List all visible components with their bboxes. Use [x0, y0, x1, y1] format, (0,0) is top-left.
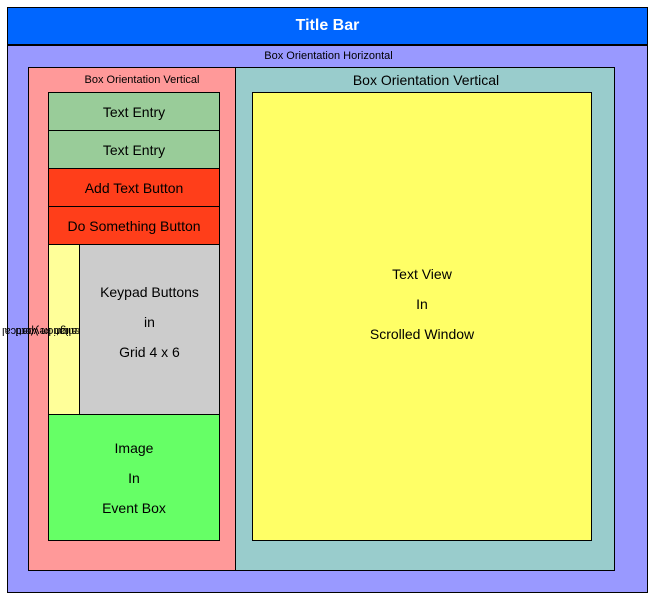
- image-event-box[interactable]: Image In Event Box: [48, 414, 220, 541]
- title-bar: Title Bar: [7, 7, 648, 45]
- text-view-label-line1: Text View: [392, 266, 452, 282]
- text-entry-1[interactable]: Text Entry: [48, 92, 220, 131]
- left-vertical-box: Box Orientation Vertical Text Entry Text…: [2, 67, 236, 571]
- left-box-label: Box Orientation Vertical: [84, 74, 200, 86]
- text-view-scrolled-window[interactable]: Text View In Scrolled Window: [252, 92, 592, 541]
- spacer-text: Box Orientation Vertical Spacer to align…: [2, 245, 127, 416]
- outer-box-label: Box Orientation Horizontal: [264, 50, 393, 62]
- text-view-label-line3: Scrolled Window: [369, 326, 475, 342]
- keypad-text: Keypad Buttons in Grid 4 x 6: [80, 277, 219, 367]
- text-view-text: Text View In Scrolled Window: [253, 259, 591, 349]
- keypad-label-line1: Keypad Buttons: [100, 284, 199, 300]
- image-label-line3: Event Box: [102, 499, 166, 516]
- image-label-line1: Image: [114, 439, 154, 456]
- right-box-label: Box Orientation Vertical: [352, 72, 500, 88]
- text-entry-2-label: Text Entry: [102, 141, 166, 158]
- do-something-button[interactable]: Do Something Button: [48, 206, 220, 245]
- do-something-button-label: Do Something Button: [67, 217, 201, 234]
- keypad-label-line3: Grid 4 x 6: [119, 344, 180, 360]
- image-text: Image In Event Box: [102, 433, 166, 523]
- text-entry-1-label: Text Entry: [102, 103, 166, 120]
- add-text-button[interactable]: Add Text Button: [48, 168, 220, 207]
- text-view-label-line2: In: [416, 296, 428, 312]
- image-label-line2: In: [128, 469, 140, 486]
- title-bar-label: Title Bar: [295, 17, 360, 34]
- text-entry-2[interactable]: Text Entry: [48, 130, 220, 169]
- outer-horizontal-box: Box Orientation Horizontal Box Orientati…: [2, 45, 648, 593]
- keypad-grid[interactable]: Keypad Buttons in Grid 4 x 6: [79, 244, 220, 415]
- add-text-button-label: Add Text Button: [84, 179, 184, 196]
- keypad-label-line2: in: [144, 314, 155, 330]
- right-vertical-box: Box Orientation Vertical Text View In Sc…: [235, 67, 615, 571]
- keypad-spacer-box: Box Orientation Vertical Spacer to align…: [2, 244, 127, 416]
